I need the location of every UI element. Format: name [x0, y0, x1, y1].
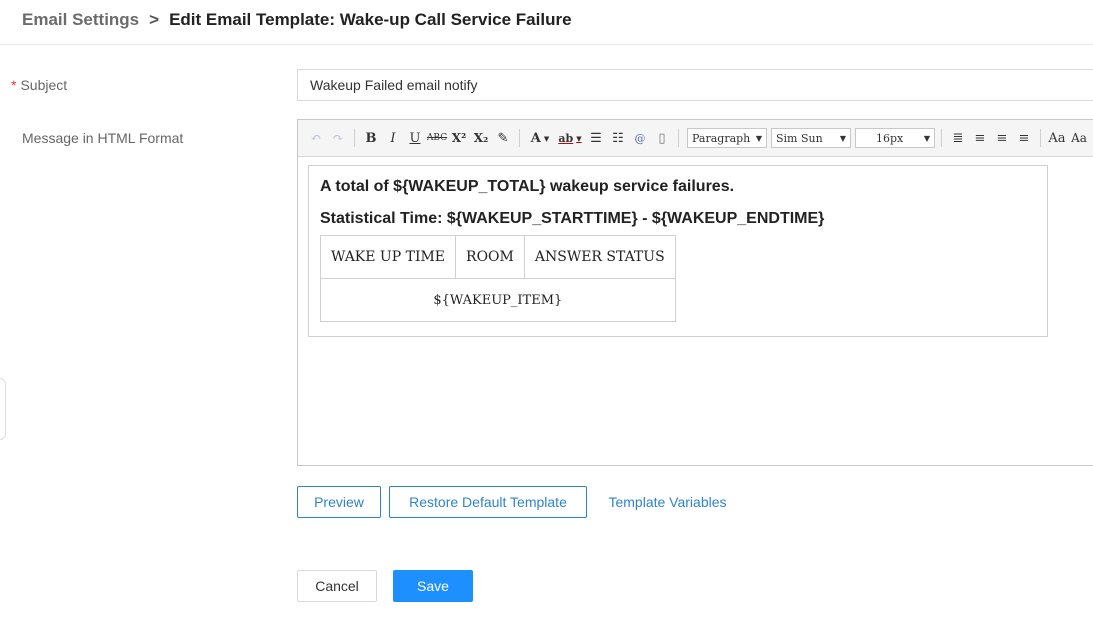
- undo-icon[interactable]: ↶: [306, 128, 326, 148]
- message-label: Message in HTML Format: [22, 130, 184, 146]
- align-left-icon[interactable]: ≡: [970, 128, 990, 148]
- align-center-icon[interactable]: ≡: [992, 128, 1012, 148]
- wakeup-table: WAKE UP TIME ROOM ANSWER STATUS ${WAKEUP…: [319, 235, 676, 322]
- breadcrumb: Email Settings > Edit Email Template: Wa…: [22, 8, 572, 32]
- highlight-icon[interactable]: ab ▼: [556, 128, 584, 148]
- breadcrumb-email-settings[interactable]: Email Settings: [22, 10, 139, 30]
- redo-icon[interactable]: ↷: [328, 128, 348, 148]
- font-size-increase-icon[interactable]: Aa: [1047, 128, 1067, 148]
- font-size-decrease-icon[interactable]: Aa: [1069, 128, 1089, 148]
- font-family-select[interactable]: Sim Sun ▼: [771, 128, 851, 148]
- table-row: ${WAKEUP_ITEM}: [320, 278, 676, 322]
- table-header-cell: ANSWER STATUS: [523, 235, 676, 279]
- template-variables-link[interactable]: Template Variables: [600, 486, 735, 518]
- header-divider: [0, 44, 1093, 45]
- toolbar-separator: [678, 129, 679, 147]
- paragraph-select[interactable]: Paragraph ▼: [687, 128, 767, 148]
- editor-toolbar: ↶ ↷ B I U ABC X² X₂ ✎ A ▼ ab ▼ ☰ ☷ @ ▯ Par…: [298, 120, 1093, 157]
- toolbar-separator: [1040, 129, 1041, 147]
- content-time-line: Statistical Time: ${WAKEUP_STARTTIME} - …: [320, 210, 825, 227]
- font-color-icon[interactable]: A ▼: [526, 128, 554, 148]
- strikethrough-icon[interactable]: ABC: [427, 128, 447, 148]
- required-mark: *: [11, 77, 17, 93]
- save-button[interactable]: Save: [393, 570, 473, 602]
- html-editor[interactable]: ↶ ↷ B I U ABC X² X₂ ✎ A ▼ ab ▼ ☰ ☷ @ ▯ Par…: [297, 119, 1093, 466]
- align-justify-icon[interactable]: ≣: [948, 128, 968, 148]
- superscript-icon[interactable]: X²: [449, 128, 469, 148]
- breadcrumb-separator: >: [149, 10, 160, 29]
- underline-icon[interactable]: U: [405, 128, 425, 148]
- cancel-button[interactable]: Cancel: [297, 570, 377, 602]
- table-header-row: WAKE UP TIME ROOM ANSWER STATUS: [319, 235, 676, 279]
- preview-button[interactable]: Preview: [297, 486, 381, 518]
- chevron-down-icon: ▼: [839, 133, 846, 143]
- page-icon[interactable]: ▯: [652, 128, 672, 148]
- ordered-list-icon[interactable]: ☰: [586, 128, 606, 148]
- page-title: Edit Email Template: Wake-up Call Servic…: [169, 10, 572, 29]
- subject-label: * Subject: [11, 77, 68, 93]
- italic-icon[interactable]: I: [383, 128, 403, 148]
- subject-value: Wakeup Failed email notify: [310, 77, 478, 93]
- chevron-down-icon: ▼: [923, 133, 930, 143]
- editor-content[interactable]: A total of ${WAKEUP_TOTAL} wakeup servic…: [308, 165, 1048, 337]
- table-cell: ${WAKEUP_ITEM}: [320, 278, 676, 322]
- align-right-icon[interactable]: ≡: [1014, 128, 1034, 148]
- content-total-line: A total of ${WAKEUP_TOTAL} wakeup servic…: [320, 178, 735, 195]
- bold-icon[interactable]: B: [361, 128, 381, 148]
- subscript-icon[interactable]: X₂: [471, 128, 491, 148]
- toolbar-separator: [941, 129, 942, 147]
- side-collapse-handle[interactable]: ‹: [0, 378, 6, 440]
- anchor-icon[interactable]: @: [630, 128, 650, 148]
- eraser-icon[interactable]: ✎: [493, 128, 513, 148]
- chevron-down-icon: ▼: [755, 133, 762, 143]
- subject-input[interactable]: Wakeup Failed email notify: [297, 69, 1093, 101]
- table-header-cell: ROOM: [455, 235, 525, 279]
- restore-default-template-button[interactable]: Restore Default Template: [389, 486, 587, 518]
- unordered-list-icon[interactable]: ☷: [608, 128, 628, 148]
- font-size-select[interactable]: 16px ▼: [855, 128, 935, 148]
- table-header-cell: WAKE UP TIME: [319, 235, 457, 279]
- toolbar-separator: [354, 129, 355, 147]
- toolbar-separator: [519, 129, 520, 147]
